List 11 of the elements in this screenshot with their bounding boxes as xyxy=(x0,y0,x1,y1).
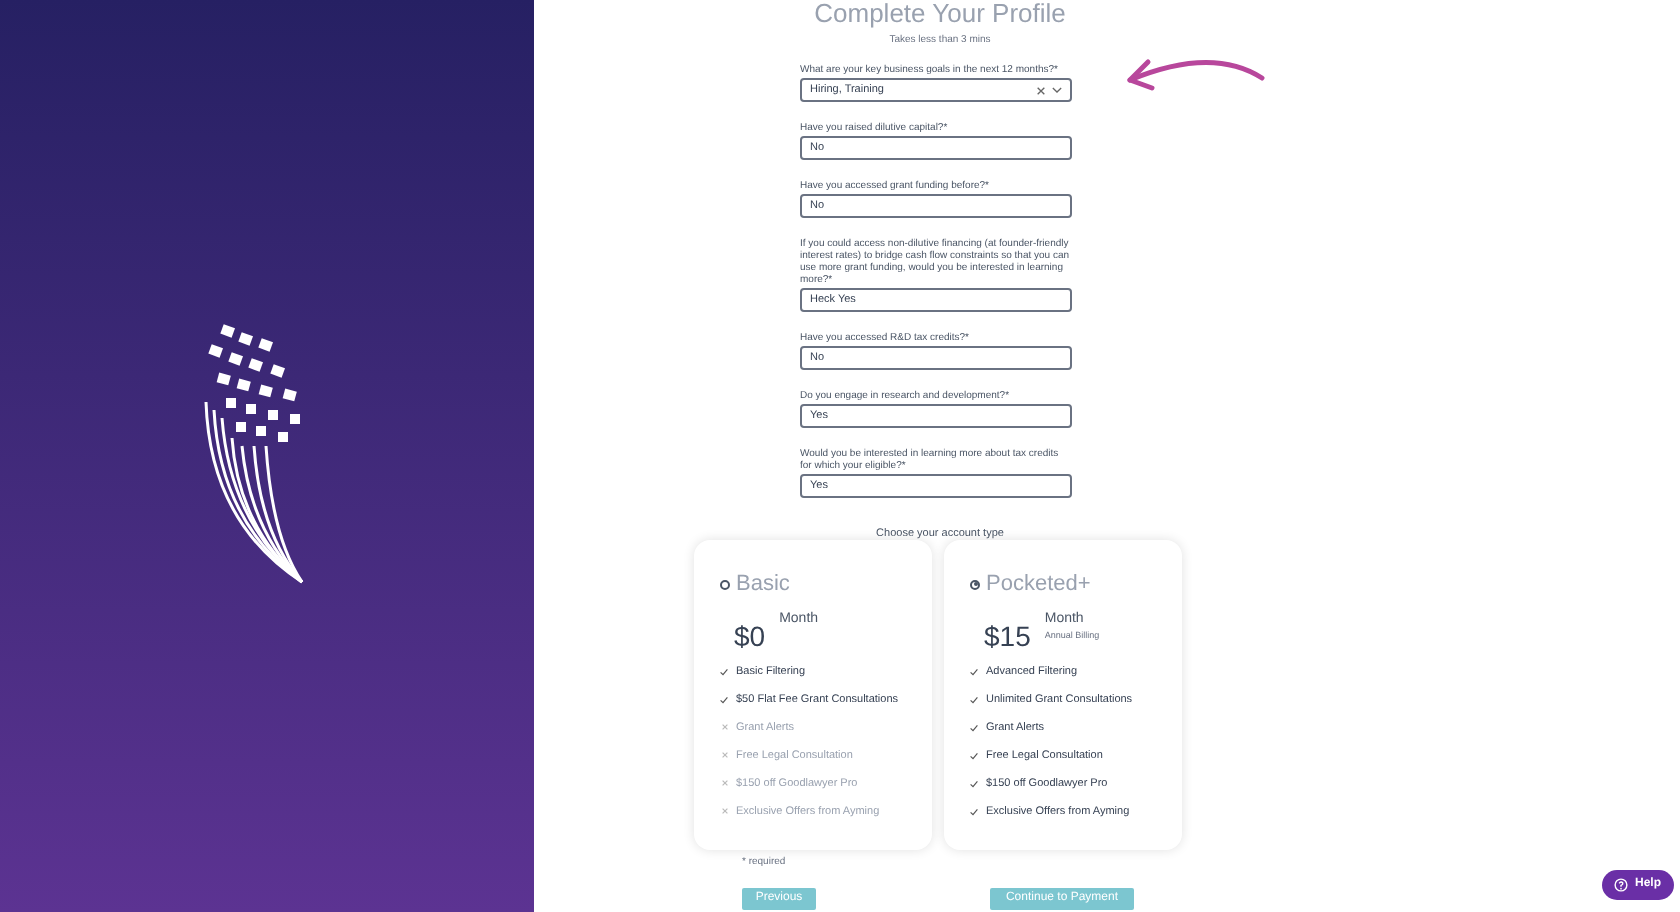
radio-button[interactable] xyxy=(720,579,730,590)
plan-price: $0 xyxy=(734,617,766,655)
plan-price: $15 xyxy=(984,617,1031,655)
help-icon xyxy=(1614,878,1629,892)
radio-button[interactable] xyxy=(970,579,980,590)
plan-name: Pocketed+ xyxy=(986,570,1091,600)
arrow-drawing xyxy=(1122,54,1266,94)
chevron-down-icon[interactable] xyxy=(1052,86,1062,94)
page-title: Complete Your Profile xyxy=(812,0,1068,28)
plan-name: Basic xyxy=(736,570,790,600)
clear-icon[interactable] xyxy=(1036,85,1046,95)
